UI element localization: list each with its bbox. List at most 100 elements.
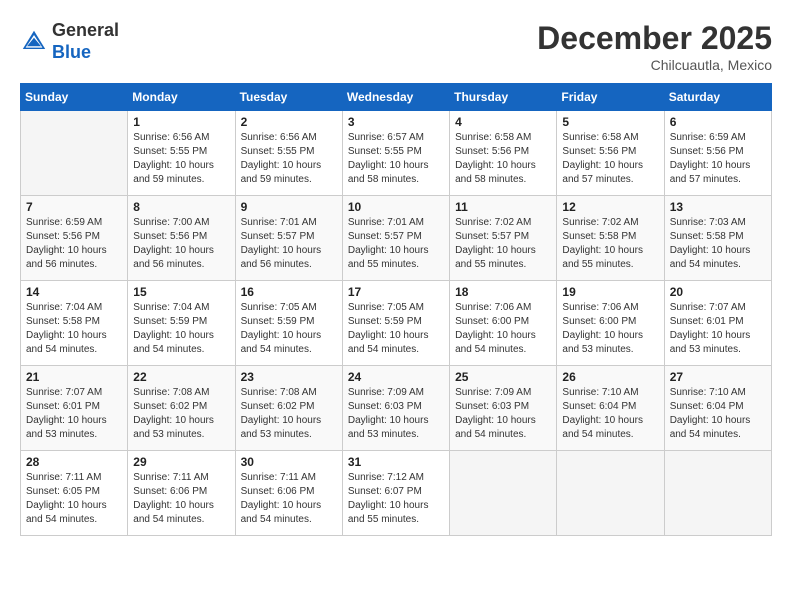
calendar-table: SundayMondayTuesdayWednesdayThursdayFrid…	[20, 83, 772, 536]
day-number: 11	[455, 200, 551, 214]
day-info: Sunrise: 6:57 AM Sunset: 5:55 PM Dayligh…	[348, 131, 444, 187]
calendar-cell: 15Sunrise: 7:04 AM Sunset: 5:59 PM Dayli…	[128, 281, 235, 366]
day-number: 2	[241, 115, 337, 129]
calendar-cell: 22Sunrise: 7:08 AM Sunset: 6:02 PM Dayli…	[128, 366, 235, 451]
day-number: 8	[133, 200, 229, 214]
day-number: 26	[562, 370, 658, 384]
day-number: 15	[133, 285, 229, 299]
day-number: 19	[562, 285, 658, 299]
day-info: Sunrise: 7:10 AM Sunset: 6:04 PM Dayligh…	[670, 386, 766, 442]
calendar-week-2: 7 Sunrise: 6:59 AM Sunset: 5:56 PM Daylig…	[21, 196, 772, 281]
weekday-header-friday: Friday	[557, 84, 664, 111]
weekday-header-tuesday: Tuesday	[235, 84, 342, 111]
day-info: Sunrise: 6:59 AM Sunset: 5:56 PM Dayligh…	[670, 131, 766, 187]
day-info: Sunrise: 7:12 AM Sunset: 6:07 PM Dayligh…	[348, 471, 444, 527]
logo-text: General Blue	[52, 20, 119, 63]
calendar-week-5: 28 Sunrise: 7:11 AM Sunset: 6:05 PM Dayli…	[21, 451, 772, 536]
day-number: 3	[348, 115, 444, 129]
day-number: 16	[241, 285, 337, 299]
calendar-cell: 10 Sunrise: 7:01 AM Sunset: 5:57 PM Dayli…	[342, 196, 449, 281]
calendar-cell: 6Sunrise: 6:59 AM Sunset: 5:56 PM Daylig…	[664, 111, 771, 196]
calendar-cell: 8Sunrise: 7:00 AM Sunset: 5:56 PM Daylig…	[128, 196, 235, 281]
calendar-cell: 12 Sunrise: 7:02 AM Sunset: 5:58 PM Dayli…	[557, 196, 664, 281]
day-info: Sunrise: 7:03 AM Sunset: 5:58 PM Dayligh…	[670, 216, 766, 272]
day-info: Sunrise: 7:07 AM Sunset: 6:01 PM Dayligh…	[26, 386, 122, 442]
calendar-cell: 26 Sunrise: 7:10 AM Sunset: 6:04 PM Dayli…	[557, 366, 664, 451]
day-number: 9	[241, 200, 337, 214]
day-info: Sunrise: 7:02 AM Sunset: 5:58 PM Dayligh…	[562, 216, 658, 272]
day-number: 27	[670, 370, 766, 384]
calendar-cell: 2 Sunrise: 6:56 AM Sunset: 5:55 PM Daylig…	[235, 111, 342, 196]
day-info: Sunrise: 7:06 AM Sunset: 6:00 PM Dayligh…	[562, 301, 658, 357]
day-info: Sunrise: 7:09 AM Sunset: 6:03 PM Dayligh…	[455, 386, 551, 442]
day-number: 14	[26, 285, 122, 299]
day-number: 12	[562, 200, 658, 214]
day-number: 29	[133, 455, 229, 469]
calendar-cell: 13 Sunrise: 7:03 AM Sunset: 5:58 PM Dayli…	[664, 196, 771, 281]
day-number: 4	[455, 115, 551, 129]
calendar-cell: 11 Sunrise: 7:02 AM Sunset: 5:57 PM Dayli…	[450, 196, 557, 281]
weekday-header-sunday: Sunday	[21, 84, 128, 111]
calendar-cell: 31 Sunrise: 7:12 AM Sunset: 6:07 PM Dayli…	[342, 451, 449, 536]
day-info: Sunrise: 7:02 AM Sunset: 5:57 PM Dayligh…	[455, 216, 551, 272]
weekday-header-monday: Monday	[128, 84, 235, 111]
calendar-cell: 18Sunrise: 7:06 AM Sunset: 6:00 PM Dayli…	[450, 281, 557, 366]
calendar-cell	[21, 111, 128, 196]
calendar-cell: 30 Sunrise: 7:11 AM Sunset: 6:06 PM Dayli…	[235, 451, 342, 536]
day-number: 10	[348, 200, 444, 214]
day-info: Sunrise: 7:11 AM Sunset: 6:06 PM Dayligh…	[133, 471, 229, 527]
day-number: 17	[348, 285, 444, 299]
title-block: December 2025 Chilcuautla, Mexico	[537, 20, 772, 73]
day-number: 24	[348, 370, 444, 384]
day-info: Sunrise: 7:11 AM Sunset: 6:06 PM Dayligh…	[241, 471, 337, 527]
day-info: Sunrise: 7:10 AM Sunset: 6:04 PM Dayligh…	[562, 386, 658, 442]
day-info: Sunrise: 6:58 AM Sunset: 5:56 PM Dayligh…	[562, 131, 658, 187]
day-info: Sunrise: 7:01 AM Sunset: 5:57 PM Dayligh…	[241, 216, 337, 272]
calendar-cell: 29 Sunrise: 7:11 AM Sunset: 6:06 PM Dayli…	[128, 451, 235, 536]
day-info: Sunrise: 7:07 AM Sunset: 6:01 PM Dayligh…	[670, 301, 766, 357]
calendar-cell: 19 Sunrise: 7:06 AM Sunset: 6:00 PM Dayli…	[557, 281, 664, 366]
weekday-header-row: SundayMondayTuesdayWednesdayThursdayFrid…	[21, 84, 772, 111]
page-header: General Blue December 2025 Chilcuautla, …	[20, 20, 772, 73]
day-info: Sunrise: 7:08 AM Sunset: 6:02 PM Dayligh…	[133, 386, 229, 442]
day-number: 31	[348, 455, 444, 469]
calendar-cell: 3 Sunrise: 6:57 AM Sunset: 5:55 PM Daylig…	[342, 111, 449, 196]
calendar-cell: 25 Sunrise: 7:09 AM Sunset: 6:03 PM Dayli…	[450, 366, 557, 451]
calendar-week-4: 21Sunrise: 7:07 AM Sunset: 6:01 PM Dayli…	[21, 366, 772, 451]
calendar-cell: 21Sunrise: 7:07 AM Sunset: 6:01 PM Dayli…	[21, 366, 128, 451]
calendar-week-3: 14 Sunrise: 7:04 AM Sunset: 5:58 PM Dayli…	[21, 281, 772, 366]
day-info: Sunrise: 7:09 AM Sunset: 6:03 PM Dayligh…	[348, 386, 444, 442]
calendar-cell: 4 Sunrise: 6:58 AM Sunset: 5:56 PM Daylig…	[450, 111, 557, 196]
logo-icon	[20, 28, 48, 56]
day-number: 30	[241, 455, 337, 469]
day-number: 20	[670, 285, 766, 299]
day-info: Sunrise: 7:05 AM Sunset: 5:59 PM Dayligh…	[241, 301, 337, 357]
weekday-header-thursday: Thursday	[450, 84, 557, 111]
calendar-cell: 14 Sunrise: 7:04 AM Sunset: 5:58 PM Dayli…	[21, 281, 128, 366]
calendar-cell: 20 Sunrise: 7:07 AM Sunset: 6:01 PM Dayli…	[664, 281, 771, 366]
month-title: December 2025	[537, 20, 772, 57]
calendar-cell: 1Sunrise: 6:56 AM Sunset: 5:55 PM Daylig…	[128, 111, 235, 196]
calendar-week-1: 1Sunrise: 6:56 AM Sunset: 5:55 PM Daylig…	[21, 111, 772, 196]
day-info: Sunrise: 7:01 AM Sunset: 5:57 PM Dayligh…	[348, 216, 444, 272]
day-info: Sunrise: 6:56 AM Sunset: 5:55 PM Dayligh…	[241, 131, 337, 187]
day-info: Sunrise: 7:06 AM Sunset: 6:00 PM Dayligh…	[455, 301, 551, 357]
calendar-cell: 23Sunrise: 7:08 AM Sunset: 6:02 PM Dayli…	[235, 366, 342, 451]
day-number: 5	[562, 115, 658, 129]
weekday-header-saturday: Saturday	[664, 84, 771, 111]
day-info: Sunrise: 6:58 AM Sunset: 5:56 PM Dayligh…	[455, 131, 551, 187]
calendar-cell: 9 Sunrise: 7:01 AM Sunset: 5:57 PM Daylig…	[235, 196, 342, 281]
day-info: Sunrise: 6:56 AM Sunset: 5:55 PM Dayligh…	[133, 131, 229, 187]
calendar-cell	[664, 451, 771, 536]
day-number: 13	[670, 200, 766, 214]
day-number: 28	[26, 455, 122, 469]
day-info: Sunrise: 7:11 AM Sunset: 6:05 PM Dayligh…	[26, 471, 122, 527]
calendar-cell: 28 Sunrise: 7:11 AM Sunset: 6:05 PM Dayli…	[21, 451, 128, 536]
day-info: Sunrise: 6:59 AM Sunset: 5:56 PM Dayligh…	[26, 216, 122, 272]
day-number: 25	[455, 370, 551, 384]
calendar-cell: 17Sunrise: 7:05 AM Sunset: 5:59 PM Dayli…	[342, 281, 449, 366]
calendar-cell	[450, 451, 557, 536]
day-info: Sunrise: 7:04 AM Sunset: 5:58 PM Dayligh…	[26, 301, 122, 357]
day-number: 7	[26, 200, 122, 214]
location-subtitle: Chilcuautla, Mexico	[537, 57, 772, 73]
